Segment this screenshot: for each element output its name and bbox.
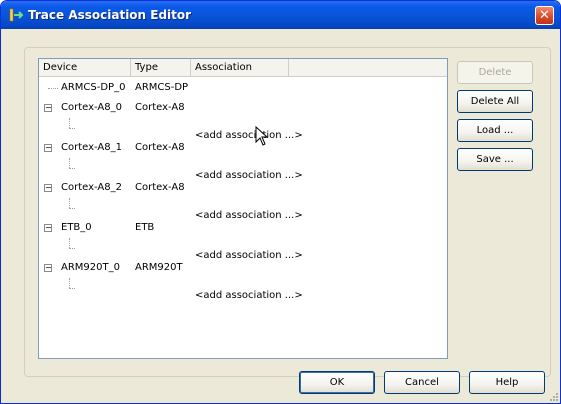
delete-all-button[interactable]: Delete All (457, 90, 533, 113)
mouse-pointer-icon (255, 126, 269, 146)
resize-grip-icon[interactable] (548, 391, 558, 401)
tree-connector (69, 198, 70, 208)
device-type: Cortex-A8 (135, 182, 185, 193)
trace-association-app-icon (9, 8, 24, 22)
column-header-type[interactable]: Type (131, 59, 191, 76)
close-icon: ✕ (539, 8, 550, 23)
close-button[interactable]: ✕ (535, 6, 554, 25)
table-row[interactable]: <add association ...> (39, 238, 447, 261)
device-type: ETB (135, 222, 155, 233)
collapse-icon[interactable]: − (44, 144, 52, 152)
tree-connector (69, 208, 75, 209)
tree-connector (69, 288, 75, 289)
window-title: Trace Association Editor (28, 8, 192, 22)
load-button[interactable]: Load ... (457, 119, 533, 142)
tree-connector (69, 168, 75, 169)
table-row[interactable]: <add association ...> (39, 118, 447, 141)
title-bar[interactable]: Trace Association Editor ✕ (1, 1, 560, 29)
table-row[interactable]: <add association ...> (39, 158, 447, 181)
device-name: ETB_0 (61, 222, 92, 233)
table-row[interactable]: − Cortex-A8_0 Cortex-A8 (39, 98, 447, 118)
device-name: Cortex-A8_0 (61, 102, 122, 113)
collapse-icon[interactable]: − (44, 264, 52, 272)
table-row[interactable]: ARMCS-DP_0 ARMCS-DP (39, 78, 447, 98)
device-type: Cortex-A8 (135, 102, 185, 113)
tree-connector (69, 118, 70, 128)
tree-connector (69, 238, 70, 248)
column-header-filler (289, 59, 447, 76)
collapse-icon[interactable]: − (44, 184, 52, 192)
tree-connector (69, 158, 70, 168)
column-header-device[interactable]: Device (39, 59, 131, 76)
table-row[interactable]: − Cortex-A8_1 Cortex-A8 (39, 138, 447, 158)
device-name: Cortex-A8_2 (61, 182, 122, 193)
add-association-link[interactable]: <add association ...> (195, 286, 303, 306)
cancel-button[interactable]: Cancel (384, 371, 460, 394)
collapse-icon[interactable]: − (44, 224, 52, 232)
device-type: ARM920T (135, 262, 183, 273)
association-tree-list[interactable]: Device Type Association ARMCS-DP_0 ARMCS-… (38, 58, 448, 359)
tree-connector (69, 248, 75, 249)
table-row[interactable]: − ARM920T_0 ARM920T (39, 258, 447, 278)
trace-association-editor-window: Trace Association Editor ✕ Device Type A… (0, 0, 561, 404)
tree-connector (69, 128, 75, 129)
help-button[interactable]: Help (469, 371, 545, 394)
device-type: ARMCS-DP (135, 82, 189, 93)
table-row[interactable]: − ETB_0 ETB (39, 218, 447, 238)
table-row[interactable]: <add association ...> (39, 278, 447, 301)
save-button[interactable]: Save ... (457, 148, 533, 171)
device-name: ARMCS-DP_0 (61, 82, 126, 93)
table-row[interactable]: <add association ...> (39, 198, 447, 221)
device-name: Cortex-A8_1 (61, 142, 122, 153)
tree-connector (48, 88, 58, 89)
collapse-icon[interactable]: − (44, 104, 52, 112)
tree-connector (69, 278, 70, 288)
ok-button[interactable]: OK (299, 371, 375, 394)
delete-button[interactable]: Delete (457, 61, 533, 84)
device-name: ARM920T_0 (61, 262, 120, 273)
table-row[interactable]: − Cortex-A8_2 Cortex-A8 (39, 178, 447, 198)
column-header-association[interactable]: Association (191, 59, 289, 76)
device-type: Cortex-A8 (135, 142, 185, 153)
column-header: Device Type Association (39, 59, 447, 77)
